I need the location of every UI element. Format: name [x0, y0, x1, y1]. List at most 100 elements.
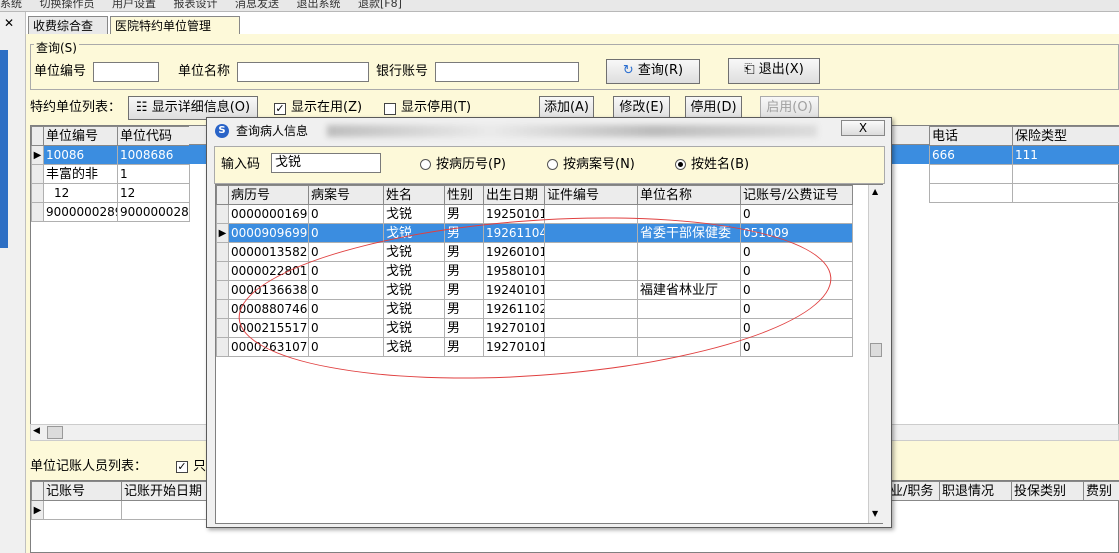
unit-name-label: 单位名称 — [178, 64, 231, 79]
radio-by-name-label[interactable]: 按姓名(B) — [691, 156, 749, 174]
toolbar-item[interactable]: 用户设置 — [112, 0, 156, 10]
unit-no-input[interactable] — [93, 62, 159, 82]
cell[interactable]: 666 — [929, 145, 1013, 165]
table-row[interactable] — [929, 164, 1119, 184]
cell[interactable]: 1 — [117, 164, 190, 184]
column-header[interactable]: 单位代码 — [117, 126, 190, 146]
toolbar-item[interactable]: 报表设计 — [174, 0, 218, 10]
table-row[interactable]: 9000000289 9000000289 — [31, 202, 190, 222]
toolbar-item[interactable]: 退出系统 — [297, 0, 341, 10]
bank-account-input[interactable] — [435, 62, 579, 82]
cell[interactable]: 0 — [740, 337, 853, 357]
row-header — [31, 183, 44, 203]
cell[interactable]: 0 — [308, 223, 384, 243]
current-row-arrow-icon: ▶ — [31, 145, 44, 165]
cell[interactable]: 12 — [43, 183, 118, 203]
cell[interactable]: 12 — [117, 183, 190, 203]
current-row-arrow-icon: ▶ — [31, 500, 44, 520]
cell[interactable]: 9000000289 — [43, 202, 118, 222]
column-header[interactable]: 性别 — [444, 185, 484, 205]
cell[interactable]: 10086 — [43, 145, 118, 165]
column-header[interactable]: 病历号 — [228, 185, 309, 205]
table-row[interactable]: ▶ — [31, 500, 232, 520]
cell[interactable]: 9000000289 — [117, 202, 190, 222]
column-header[interactable]: 证件编号 — [544, 185, 638, 205]
column-header[interactable]: 出生日期 — [483, 185, 545, 205]
radio-by-mrn-label[interactable]: 按病历号(P) — [436, 156, 506, 174]
scroll-thumb[interactable] — [870, 343, 882, 357]
scroll-up-icon[interactable]: ▲ — [872, 187, 878, 196]
toolbar-item[interactable]: 系统 — [0, 0, 22, 10]
column-header[interactable]: 电话 — [929, 126, 1013, 146]
table-row[interactable]: 666 111 — [929, 145, 1119, 165]
toolbar-item[interactable]: 退款[F8] — [358, 0, 402, 10]
column-header[interactable]: 保险类型 — [1012, 126, 1119, 146]
cell[interactable]: 0 — [740, 204, 853, 224]
member-filter-label: 只 — [193, 459, 207, 474]
column-header[interactable]: 单位编号 — [43, 126, 118, 146]
toolbar-item[interactable]: 切换操作员 — [40, 0, 95, 10]
scroll-left-icon[interactable]: ◀ — [33, 426, 40, 436]
cell[interactable] — [929, 183, 1013, 203]
member-table-right: 业/职务 职退情况 投保类别 费别 — [887, 481, 1119, 501]
table-row[interactable] — [929, 183, 1119, 203]
blurred-titlebar-area — [327, 125, 817, 137]
cell[interactable] — [1012, 164, 1119, 184]
scroll-thumb[interactable] — [47, 426, 63, 439]
cell[interactable]: 戈锐 — [383, 204, 445, 224]
table-row[interactable]: 丰富的非 1 — [31, 164, 190, 184]
column-header[interactable]: 投保类别 — [1011, 481, 1084, 501]
side-panel-indicator — [0, 50, 8, 248]
cell[interactable]: 0000000169 — [228, 204, 309, 224]
unit-name-input[interactable] — [237, 62, 369, 82]
dialog-search-panel: 输入码 戈锐 按病历号(P) 按病案号(N) 按姓名(B) — [214, 146, 885, 184]
exit-button[interactable]: ⎗ 退出(X) — [728, 58, 820, 84]
cell[interactable]: 1008686 — [117, 145, 190, 165]
scroll-down-icon[interactable]: ▼ — [872, 509, 878, 518]
cell[interactable] — [929, 164, 1013, 184]
radio-by-mrn[interactable] — [420, 159, 431, 170]
input-code-label: 输入码 — [221, 157, 261, 172]
radio-by-name[interactable] — [675, 159, 686, 170]
column-header[interactable]: 记账号 — [43, 481, 122, 501]
column-header[interactable]: 业/职务 — [887, 481, 940, 501]
cell[interactable]: 111 — [1012, 145, 1119, 165]
refresh-icon: ↻ — [622, 63, 634, 78]
cell[interactable]: 丰富的非 — [43, 164, 118, 184]
column-header[interactable]: 单位名称 — [637, 185, 741, 205]
dialog-close-button[interactable]: X — [841, 120, 885, 136]
radio-by-case-no[interactable] — [547, 159, 558, 170]
row-header — [31, 481, 44, 501]
search-button[interactable]: ↻ 查询(R) — [606, 59, 700, 84]
show-active-checkbox[interactable]: ✓ — [274, 103, 286, 115]
cell[interactable]: 男 — [444, 204, 484, 224]
row-header — [216, 280, 229, 300]
cell[interactable]: 0000909699 — [228, 223, 309, 243]
table-row[interactable]: 12 12 — [31, 183, 190, 203]
search-button-label: 查询(R) — [637, 63, 684, 78]
column-header[interactable]: 职退情况 — [939, 481, 1012, 501]
show-disabled-checkbox[interactable] — [384, 103, 396, 115]
input-code-field[interactable]: 戈锐 — [271, 153, 381, 173]
row-header — [216, 204, 229, 224]
vertical-scrollbar[interactable]: ▲ ▼ — [868, 185, 883, 523]
table-row[interactable]: ▶ 10086 1008686 — [31, 145, 190, 165]
tab-unit-management[interactable]: 医院特约单位管理 — [110, 16, 240, 36]
cell[interactable] — [43, 500, 122, 520]
show-active-label: 显示在用(Z) — [291, 100, 363, 115]
column-header[interactable]: 病案号 — [308, 185, 384, 205]
cell[interactable]: 0000013582 — [228, 242, 309, 262]
unit-list-label: 特约单位列表： — [30, 100, 122, 115]
member-filter-checkbox[interactable]: ✓ — [176, 461, 188, 473]
close-icon[interactable]: ✕ — [0, 16, 18, 30]
cell[interactable] — [1012, 183, 1119, 203]
row-header — [216, 261, 229, 281]
dialog-title-bar[interactable]: S 查询病人信息 — [207, 118, 891, 144]
column-header[interactable]: 费别 — [1083, 481, 1119, 501]
cell[interactable]: 0 — [308, 204, 384, 224]
column-header[interactable]: 姓名 — [383, 185, 445, 205]
column-header[interactable]: 记账号/公费证号 — [740, 185, 853, 205]
tab-fee-query[interactable]: 收费综合查询 — [28, 16, 108, 51]
toolbar-item[interactable]: 消息发送 — [235, 0, 279, 10]
radio-by-case-no-label[interactable]: 按病案号(N) — [563, 156, 635, 174]
